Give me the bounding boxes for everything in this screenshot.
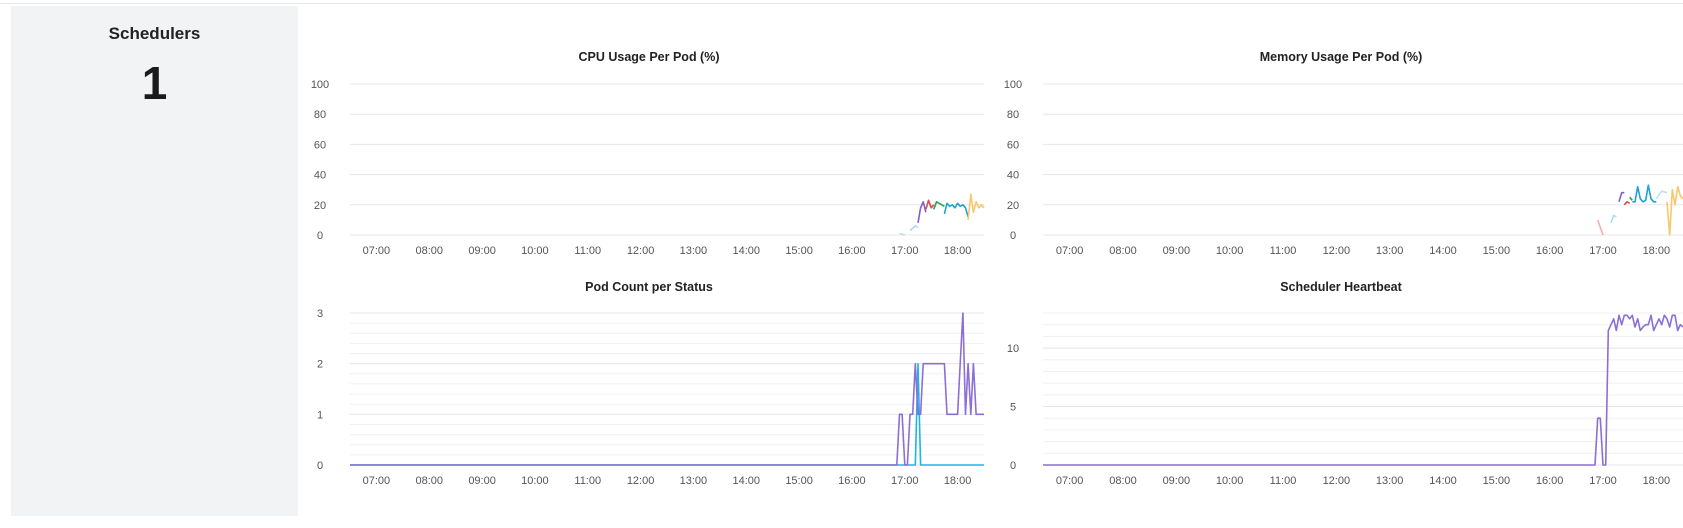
cpu-y-tick-label: 60 [314, 139, 326, 151]
podcount-x-tick-label: 18:00 [944, 475, 972, 487]
memory-y-tick-label: 0 [1010, 230, 1016, 242]
memory-x-tick-label: 15:00 [1483, 245, 1511, 257]
memory-y-tick-label: 80 [1007, 109, 1019, 121]
memory-y-tick-label: 60 [1007, 139, 1019, 151]
podcount-series-line-1 [350, 312, 984, 466]
memory-x-tick-label: 08:00 [1109, 245, 1137, 257]
memory-series-line-6 [1655, 190, 1668, 200]
memory-series-line-0 [1596, 219, 1604, 236]
cpu-y-tick-label: 20 [314, 200, 326, 212]
podcount-x-tick-label: 15:00 [785, 475, 813, 487]
cpu-x-tick-label: 08:00 [415, 245, 443, 257]
memory-chart-title: Memory Usage Per Pod (%) [1260, 50, 1423, 64]
heartbeat-x-tick-label: 16:00 [1536, 475, 1564, 487]
cpu-series-line-1 [909, 225, 919, 232]
podcount-y-tick-label: 3 [317, 308, 323, 320]
heartbeat-x-tick-label: 13:00 [1376, 475, 1404, 487]
memory-x-tick-label: 14:00 [1429, 245, 1457, 257]
memory-y-tick-label: 20 [1007, 200, 1019, 212]
memory-series-line-4 [1629, 196, 1633, 201]
memory-chart: Memory Usage Per Pod (%) 0 20 40 60 80 100 07:0… [1004, 50, 1683, 257]
podcount-x-tick-label: 08:00 [415, 475, 443, 487]
podcount-y-tick-label: 0 [317, 460, 323, 472]
charts-area: CPU Usage Per Pod (%) 0 20 40 60 80 100 07:00 08… [298, 0, 1683, 523]
cpu-x-tick-label: 11:00 [574, 245, 601, 257]
heartbeat-x-tick-label: 17:00 [1589, 475, 1617, 487]
cpu-chart: CPU Usage Per Pod (%) 0 20 40 60 80 100 07:00 08… [311, 50, 985, 257]
heartbeat-x-tick-label: 14:00 [1429, 475, 1457, 487]
memory-x-tick-label: 12:00 [1323, 245, 1351, 257]
memory-series-line-5 [1632, 184, 1657, 203]
podcount-chart-title: Pod Count per Status [585, 280, 713, 294]
cpu-x-tick-label: 09:00 [468, 245, 496, 257]
memory-x-tick-label: 16:00 [1536, 245, 1564, 257]
heartbeat-x-tick-label: 11:00 [1270, 475, 1297, 487]
cpu-x-tick-label: 18:00 [944, 245, 972, 257]
cpu-chart-title: CPU Usage Per Pod (%) [578, 50, 719, 64]
heartbeat-x-tick-label: 08:00 [1109, 475, 1137, 487]
heartbeat-chart: Scheduler Heartbeat 0 5 10 07:00 08:00 09:00 10… [1007, 280, 1683, 487]
podcount-chart: Pod Count per Status 0 1 2 3 07:00 08:00 09:00 1… [317, 280, 984, 487]
schedulers-stat-panel: Schedulers 1 [11, 6, 298, 516]
cpu-x-tick-label: 14:00 [732, 245, 760, 257]
heartbeat-y-tick-label: 0 [1010, 460, 1016, 472]
cpu-series-line-4 [933, 201, 945, 210]
podcount-x-tick-label: 12:00 [627, 475, 655, 487]
cpu-x-tick-label: 13:00 [680, 245, 708, 257]
charts-svg: CPU Usage Per Pod (%)02040608010007:00 08… [311, 50, 1683, 487]
memory-x-tick-label: 17:00 [1589, 245, 1617, 257]
heartbeat-x-tick-label: 12:00 [1323, 475, 1351, 487]
memory-x-tick-label: 18:00 [1643, 245, 1671, 257]
cpu-series-line-5 [943, 202, 969, 218]
podcount-x-tick-label: 11:00 [574, 475, 601, 487]
cpu-series-line-6 [967, 193, 985, 220]
memory-series-line-2 [1618, 191, 1625, 203]
memory-x-tick-label: 13:00 [1376, 245, 1404, 257]
stat-value: 1 [141, 57, 168, 109]
stat-title: Schedulers [108, 24, 201, 43]
heartbeat-y-tick-label: 5 [1010, 402, 1016, 414]
podcount-x-tick-label: 10:00 [521, 475, 549, 487]
memory-series-line-7 [1666, 185, 1683, 236]
cpu-y-tick-label: 40 [314, 170, 326, 182]
podcount-x-tick-label: 09:00 [468, 475, 496, 487]
memory-y-tick-label: 100 [1004, 79, 1022, 91]
cpu-x-tick-label: 10:00 [521, 245, 549, 257]
cpu-y-tick-label: 80 [314, 109, 326, 121]
memory-x-tick-label: 11:00 [1270, 245, 1297, 257]
memory-x-tick-label: 07:00 [1056, 245, 1084, 257]
podcount-x-tick-label: 16:00 [838, 475, 866, 487]
podcount-x-tick-label: 13:00 [680, 475, 708, 487]
cpu-y-tick-label: 0 [317, 230, 323, 242]
memory-y-tick-label: 40 [1007, 170, 1019, 182]
cpu-x-tick-label: 07:00 [363, 245, 391, 257]
heartbeat-series-line-0 [1043, 314, 1683, 466]
cpu-x-tick-label: 16:00 [838, 245, 866, 257]
heartbeat-x-tick-label: 07:00 [1056, 475, 1084, 487]
heartbeat-x-tick-label: 18:00 [1643, 475, 1671, 487]
heartbeat-x-tick-label: 10:00 [1216, 475, 1244, 487]
cpu-y-tick-label: 100 [311, 79, 329, 91]
cpu-x-tick-label: 15:00 [785, 245, 813, 257]
cpu-x-tick-label: 17:00 [891, 245, 919, 257]
heartbeat-x-tick-label: 15:00 [1483, 475, 1511, 487]
memory-x-tick-label: 09:00 [1163, 245, 1191, 257]
heartbeat-x-tick-label: 09:00 [1163, 475, 1191, 487]
podcount-y-tick-label: 1 [317, 409, 323, 421]
memory-series-line-1 [1610, 214, 1617, 224]
podcount-x-tick-label: 17:00 [891, 475, 919, 487]
cpu-x-tick-label: 12:00 [627, 245, 655, 257]
podcount-x-tick-label: 07:00 [363, 475, 391, 487]
memory-x-tick-label: 10:00 [1216, 245, 1244, 257]
podcount-y-tick-label: 2 [317, 359, 323, 371]
heartbeat-chart-title: Scheduler Heartbeat [1280, 280, 1402, 294]
podcount-x-tick-label: 14:00 [732, 475, 760, 487]
heartbeat-y-tick-label: 10 [1007, 343, 1019, 355]
